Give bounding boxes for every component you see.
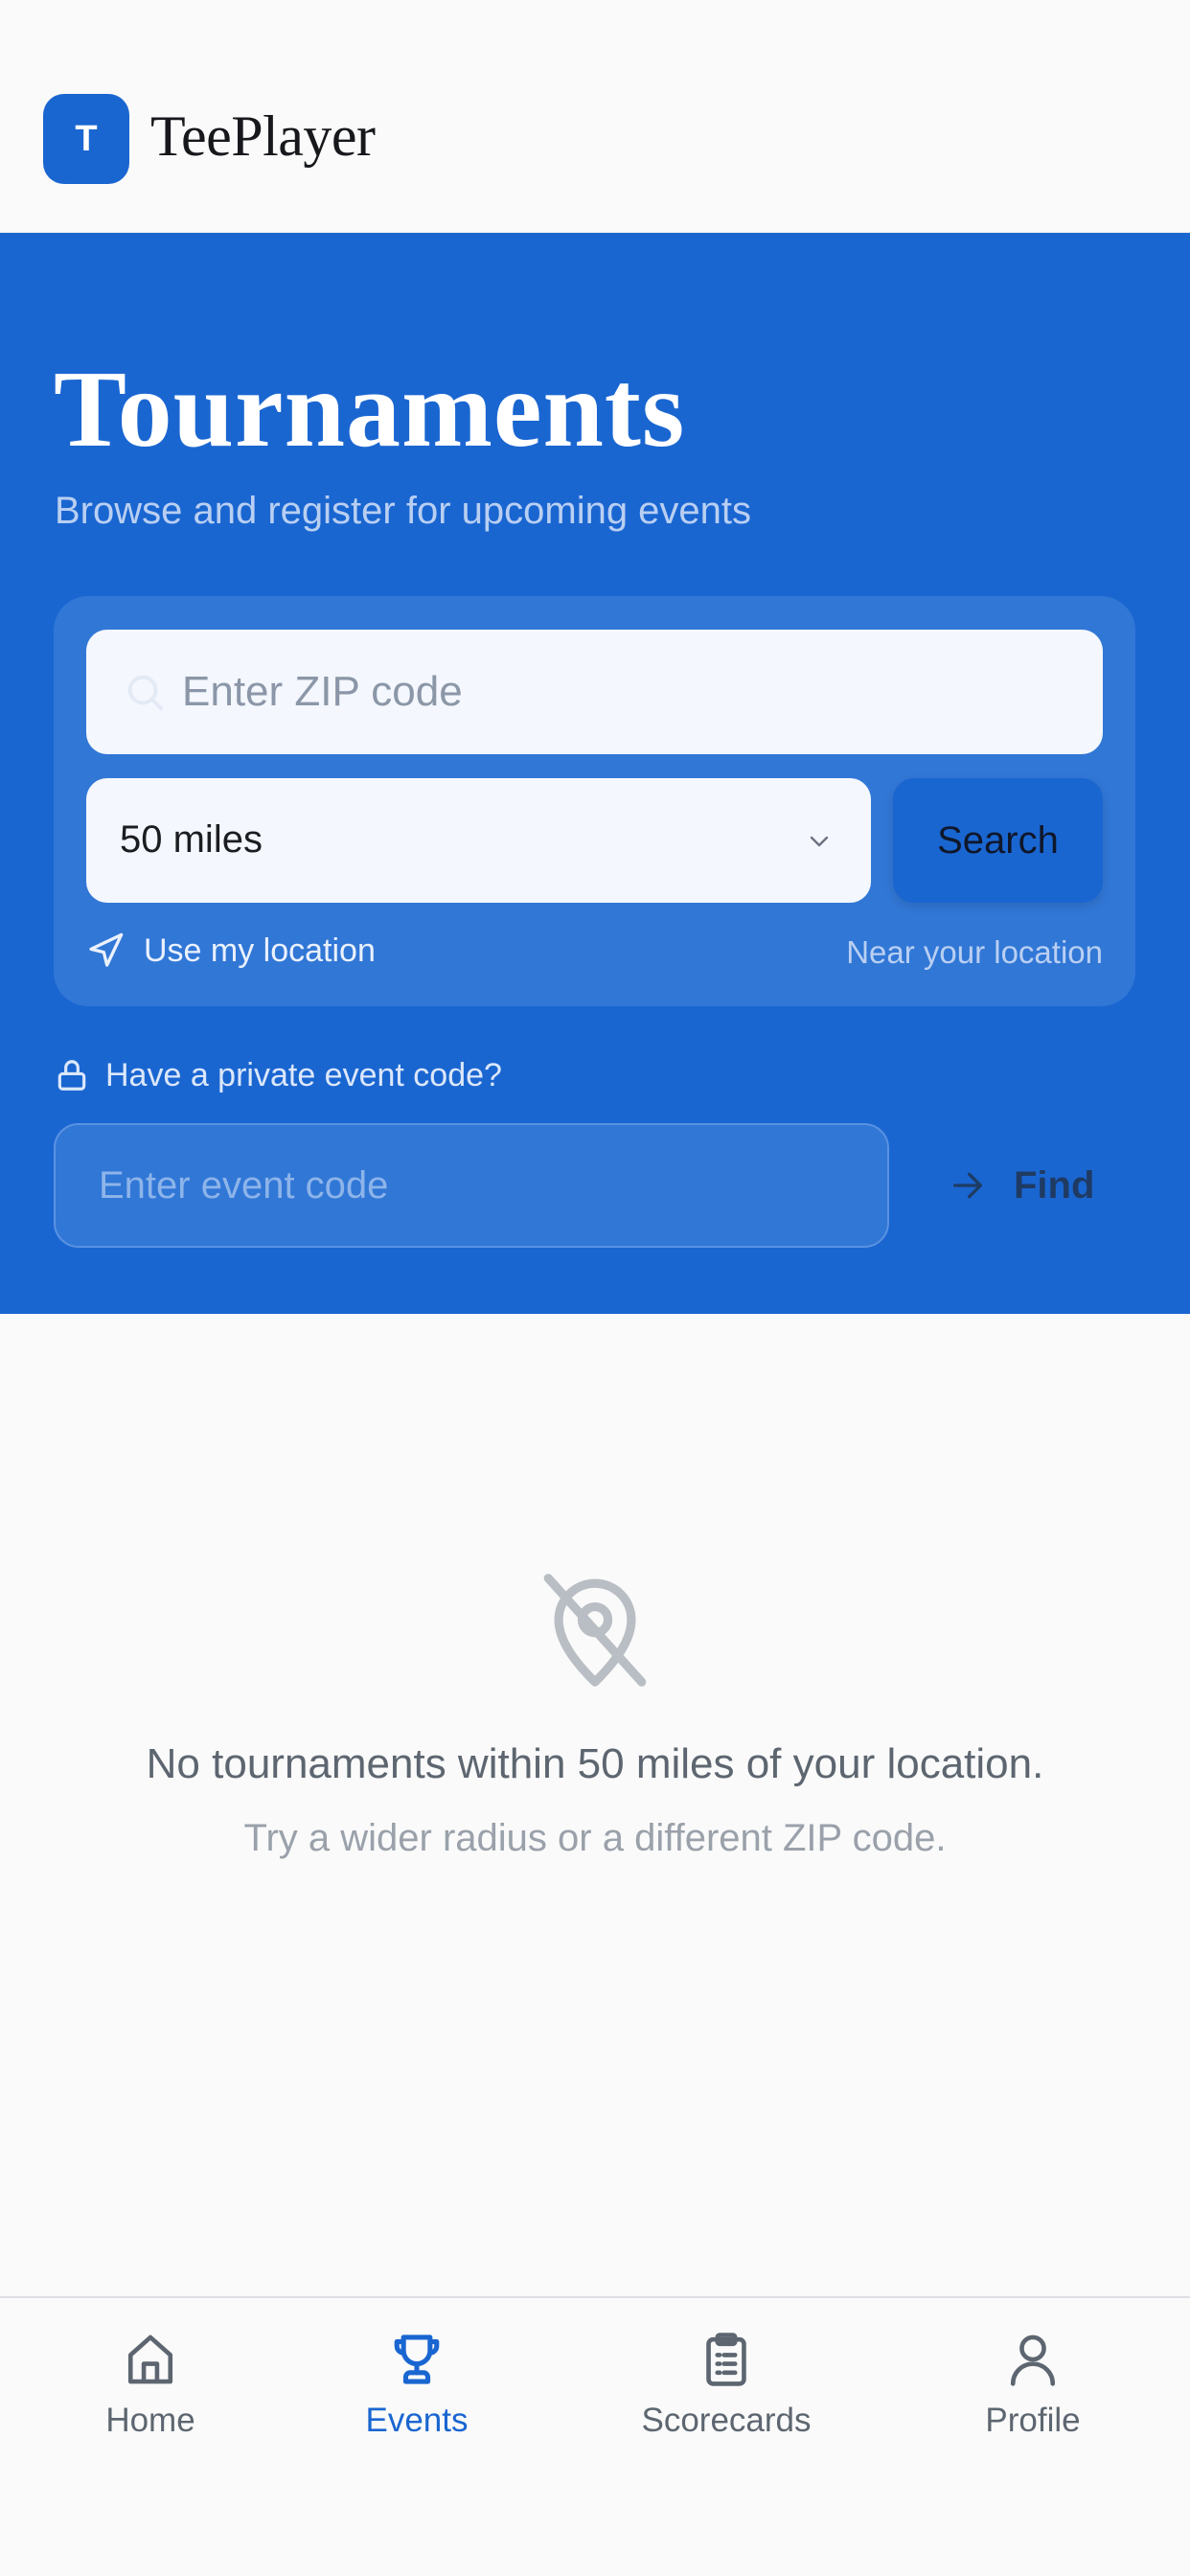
user-icon [1010,2334,1056,2386]
navigation-arrow-icon [89,932,124,967]
arrow-right-icon [953,1172,982,1199]
location-off-icon [543,1574,647,1687]
zip-field[interactable] [86,630,1103,754]
search-icon [127,675,164,711]
nav-item-events[interactable]: Events [292,2331,541,2455]
event-code-input[interactable] [99,1125,865,1246]
radius-select[interactable]: 50 miles [86,778,871,903]
nav-label-profile: Profile [985,2402,1081,2439]
nav-item-scorecards[interactable]: Scorecards [602,2331,851,2455]
nav-label-scorecards: Scorecards [641,2402,812,2439]
zip-code-input[interactable] [182,630,1073,754]
home-icon [127,2334,173,2384]
brand-name: TeePlayer [150,104,376,168]
event-code-field[interactable] [54,1123,889,1248]
find-label: Find [1014,1163,1095,1207]
empty-state-subtitle: Try a wider radius or a different ZIP co… [243,1817,947,1859]
location-status: Near your location [846,934,1103,970]
logo-letter: T [75,118,98,159]
nav-item-home[interactable]: Home [26,2331,275,2455]
app-header: T TeePlayer [0,0,1190,233]
page-title: Tournaments [54,348,686,470]
app-logo[interactable]: T [43,94,129,184]
lock-icon [57,1060,86,1091]
use-location-label: Use my location [144,932,376,969]
chevron-down-icon [810,836,829,847]
private-event-prompt: Have a private event code? [54,1055,502,1095]
nav-label-events: Events [365,2402,469,2439]
private-event-label: Have a private event code? [105,1056,502,1093]
tournaments-hero: Tournaments Browse and register for upco… [0,233,1190,1314]
radius-selected-value: 50 miles [120,818,263,861]
bottom-nav: Home Events Scorecards Profile [0,2296,1190,2576]
nav-label-home: Home [105,2402,195,2439]
nav-item-profile[interactable]: Profile [908,2331,1157,2455]
clipboard-icon [706,2333,746,2386]
find-button[interactable]: Find [949,1157,1094,1214]
search-button[interactable]: Search [893,778,1103,903]
search-card: 50 miles Search Use my location Near you… [54,596,1135,1006]
trophy-icon [394,2334,440,2384]
use-my-location-button[interactable]: Use my location [86,930,376,972]
empty-state-title: No tournaments within 50 miles of your l… [146,1740,1044,1787]
page-subtitle: Browse and register for upcoming events [55,490,752,532]
